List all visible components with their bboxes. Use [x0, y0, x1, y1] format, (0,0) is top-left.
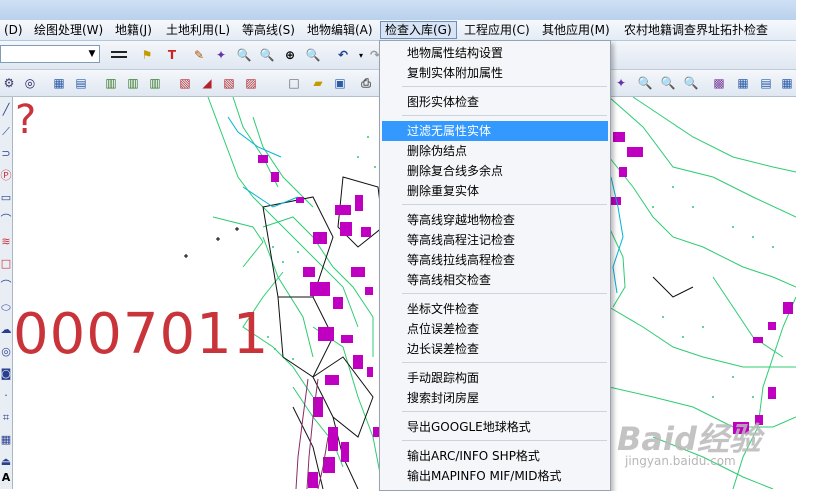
pan-icon[interactable]: ✦ [612, 74, 630, 92]
rectangle-icon[interactable]: ▭ [0, 189, 12, 207]
ellipse-icon[interactable]: ⬭ [0, 299, 12, 317]
zoom-window-icon[interactable]: 🔍 [258, 46, 276, 64]
menu-item-export-arcinfo-shp[interactable]: 输出ARC/INFO SHP格式 [382, 446, 608, 466]
menu-other[interactable]: 其他应用(M) [538, 22, 614, 38]
save-icon[interactable]: ▣ [331, 74, 349, 92]
right-margin [796, 0, 819, 489]
menu-separator [402, 411, 607, 412]
donut-icon[interactable]: ◎ [0, 343, 12, 361]
menu-item-coordinate-file-check[interactable]: 坐标文件检查 [382, 299, 608, 319]
spline-icon[interactable]: ⌒ [0, 211, 12, 229]
arc-icon[interactable]: ⊃ [0, 145, 12, 163]
menu-separator [402, 86, 607, 87]
menu-check-import[interactable]: 检查入库(G) [380, 21, 457, 39]
polyline-icon[interactable]: ⟋ [0, 123, 12, 141]
linetype-icon[interactable] [110, 46, 128, 64]
menu-item-export-google-earth[interactable]: 导出GOOGLE地球格式 [382, 417, 608, 437]
menu-item-contour-intersect-check[interactable]: 等高线相交检查 [382, 270, 608, 290]
check-import-dropdown: 地物属性结构设置 复制实体附加属性 图形实体检查 过滤无属性实体 删除伪结点 删… [379, 40, 611, 491]
menu-item-delete-pseudo-node[interactable]: 删除伪结点 [382, 141, 608, 161]
menu-contour[interactable]: 等高线(S) [238, 22, 299, 38]
menu-item-contour-line-elevation-check[interactable]: 等高线拉线高程检查 [382, 250, 608, 270]
layer-filter-icon[interactable]: ▤ [72, 74, 90, 92]
properties-icon[interactable]: ⚙ [0, 74, 18, 92]
watermark-url: jingyan.baidu.com [625, 454, 736, 468]
menu-d[interactable]: (D) [0, 22, 27, 38]
menu-land-use[interactable]: 土地利用(L) [162, 22, 234, 38]
menu-item-edge-length-error-check[interactable]: 边长误差检查 [382, 339, 608, 359]
table-icon[interactable]: ▦ [734, 74, 752, 92]
parcel-number-label: 0007011 [13, 302, 270, 367]
left-toolbar: ╱ ⟋ ⊃ Ⓟ ▭ ⌒ ≋ □ ⌒ ⬭ ☁ ◎ ◙ · ⌗ ▦ ⏏ A [0, 97, 13, 489]
line-icon[interactable]: ╱ [0, 101, 12, 119]
layer-combo[interactable]: ▼ [0, 45, 100, 63]
menu-bar: (D) 绘图处理(W) 地籍(J) 土地利用(L) 等高线(S) 地物编辑(A)… [0, 20, 796, 41]
flag-icon[interactable]: ⚑ [138, 46, 156, 64]
menu-item-point-error-check[interactable]: 点位误差检查 [382, 319, 608, 339]
undo-icon[interactable]: ↶ [334, 46, 352, 64]
text-tool-icon[interactable]: T [163, 46, 181, 64]
point-tool-icon[interactable]: ◙ [0, 365, 12, 383]
title-bar [0, 0, 796, 20]
menu-rural-cadastre-check[interactable]: 农村地籍调查界址拓扑检查 [620, 22, 772, 38]
baidu-jingyan-watermark: Baid经验 jingyan.baidu.com [617, 414, 797, 486]
export-icon[interactable]: ▦ [778, 74, 796, 92]
menu-item-contour-cross-feature-check[interactable]: 等高线穿越地物检查 [382, 210, 608, 230]
table-tool-icon[interactable]: ▦ [0, 431, 12, 449]
menu-item-copy-entity-attr[interactable]: 复制实体附加属性 [382, 63, 608, 83]
region-icon[interactable]: □ [0, 255, 12, 273]
menu-cadastre[interactable]: 地籍(J) [111, 22, 156, 38]
menu-item-contour-elevation-note-check[interactable]: 等高线高程注记检查 [382, 230, 608, 250]
report-icon[interactable]: ▤ [757, 74, 775, 92]
text-tool-label[interactable]: A [0, 469, 12, 487]
menu-item-feature-attr-structure[interactable]: 地物属性结构设置 [382, 43, 608, 63]
pencil-icon[interactable]: ✎ [190, 46, 208, 64]
menu-drawing[interactable]: 绘图处理(W) [30, 22, 107, 38]
edit-node-icon[interactable]: ✦ [212, 46, 230, 64]
zoom-all-icon[interactable]: 🔍 [682, 74, 700, 92]
block-explode-icon[interactable]: ▨ [242, 74, 260, 92]
menu-separator [402, 293, 607, 294]
zoom-in-icon[interactable]: ⊕ [281, 46, 299, 64]
menu-item-delete-polyline-extra-points[interactable]: 删除复合线多余点 [382, 161, 608, 181]
circle-tool-icon[interactable]: Ⓟ [0, 167, 12, 185]
open-file-icon[interactable]: ▰ [309, 74, 327, 92]
dot-icon[interactable]: · [0, 387, 12, 405]
block-edit-icon[interactable]: ◢ [198, 74, 216, 92]
menu-separator [402, 362, 607, 363]
curve-icon[interactable]: ⌒ [0, 277, 12, 295]
menu-separator [402, 204, 607, 205]
menu-item-graphic-entity-check[interactable]: 图形实体检查 [382, 92, 608, 112]
menu-feature-edit[interactable]: 地物编辑(A) [303, 22, 377, 38]
layer-on-icon[interactable]: ▥ [102, 74, 120, 92]
zoom-previous-icon[interactable]: 🔍 [304, 46, 322, 64]
annotation-question-mark: ? [15, 97, 37, 143]
cloud-icon[interactable]: ☁ [0, 321, 12, 339]
zoom-out-icon[interactable]: 🔍 [659, 74, 677, 92]
grid-tool-icon[interactable]: ⌗ [0, 409, 12, 427]
block-icon[interactable]: ▧ [176, 74, 194, 92]
menu-item-delete-duplicate-entity[interactable]: 删除重复实体 [382, 181, 608, 201]
query-icon[interactable]: ▩ [710, 74, 728, 92]
layer-lock-icon[interactable]: ▥ [146, 74, 164, 92]
hatch-icon[interactable]: ≋ [0, 233, 12, 251]
menu-item-search-closed-house[interactable]: 搜索封闭房屋 [382, 388, 608, 408]
menu-item-manual-trace-face[interactable]: 手动跟踪构面 [382, 368, 608, 388]
print-icon[interactable]: ⎙ [357, 74, 375, 92]
menu-separator [402, 115, 607, 116]
layer-manager-icon[interactable]: ▦ [50, 74, 68, 92]
menu-item-export-mapinfo-mif[interactable]: 输出MAPINFO MIF/MID格式 [382, 466, 608, 486]
menu-item-filter-no-attr-entity[interactable]: 过滤无属性实体 [382, 121, 608, 141]
block-attr-icon[interactable]: ▧ [220, 74, 238, 92]
layer-off-icon[interactable]: ▥ [124, 74, 142, 92]
snap-icon[interactable]: ◎ [21, 74, 39, 92]
new-file-icon[interactable]: □ [285, 74, 303, 92]
zoom-extent-icon[interactable]: 🔍 [636, 74, 654, 92]
zoom-realtime-icon[interactable]: 🔍 [235, 46, 253, 64]
chevron-down-icon[interactable]: ▼ [85, 46, 99, 62]
menu-separator [402, 440, 607, 441]
menu-engineering[interactable]: 工程应用(C) [460, 22, 534, 38]
